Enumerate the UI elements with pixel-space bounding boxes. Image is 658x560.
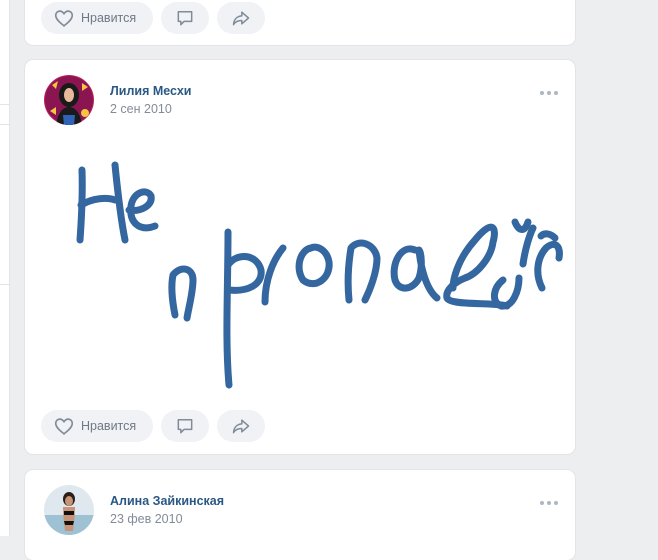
post-date[interactable]: 2 сен 2010 bbox=[110, 102, 172, 116]
post-card-next: Алина Зайкинская 23 фев 2010 bbox=[25, 470, 575, 560]
comment-icon bbox=[177, 419, 193, 434]
avatar[interactable] bbox=[44, 75, 94, 125]
like-label: Нравится bbox=[81, 11, 137, 25]
like-button[interactable]: Нравится bbox=[41, 2, 153, 34]
avatar-image bbox=[44, 75, 94, 125]
divider bbox=[0, 104, 9, 105]
post-author[interactable]: Алина Зайкинская bbox=[110, 494, 224, 508]
comment-icon bbox=[177, 11, 193, 26]
share-icon bbox=[232, 419, 250, 434]
like-label: Нравится bbox=[81, 419, 137, 433]
share-icon bbox=[232, 11, 250, 26]
post-date[interactable]: 23 фев 2010 bbox=[110, 512, 183, 526]
more-icon[interactable] bbox=[540, 88, 560, 98]
left-panel bbox=[0, 0, 10, 536]
avatar[interactable] bbox=[44, 485, 94, 535]
share-button[interactable] bbox=[217, 2, 265, 34]
post-card-previous: Нравится bbox=[25, 0, 575, 45]
comment-button[interactable] bbox=[161, 410, 209, 442]
comment-button[interactable] bbox=[161, 2, 209, 34]
more-icon[interactable] bbox=[540, 498, 560, 508]
avatar-image bbox=[44, 485, 94, 535]
divider bbox=[0, 284, 9, 285]
heart-icon bbox=[54, 418, 74, 435]
post-card: Лилия Месхи 2 сен 2010 Нравится bbox=[25, 60, 575, 454]
divider bbox=[0, 124, 9, 125]
heart-icon bbox=[54, 10, 74, 27]
share-button[interactable] bbox=[217, 410, 265, 442]
like-button[interactable]: Нравится bbox=[41, 410, 153, 442]
post-author[interactable]: Лилия Месхи bbox=[110, 84, 191, 98]
